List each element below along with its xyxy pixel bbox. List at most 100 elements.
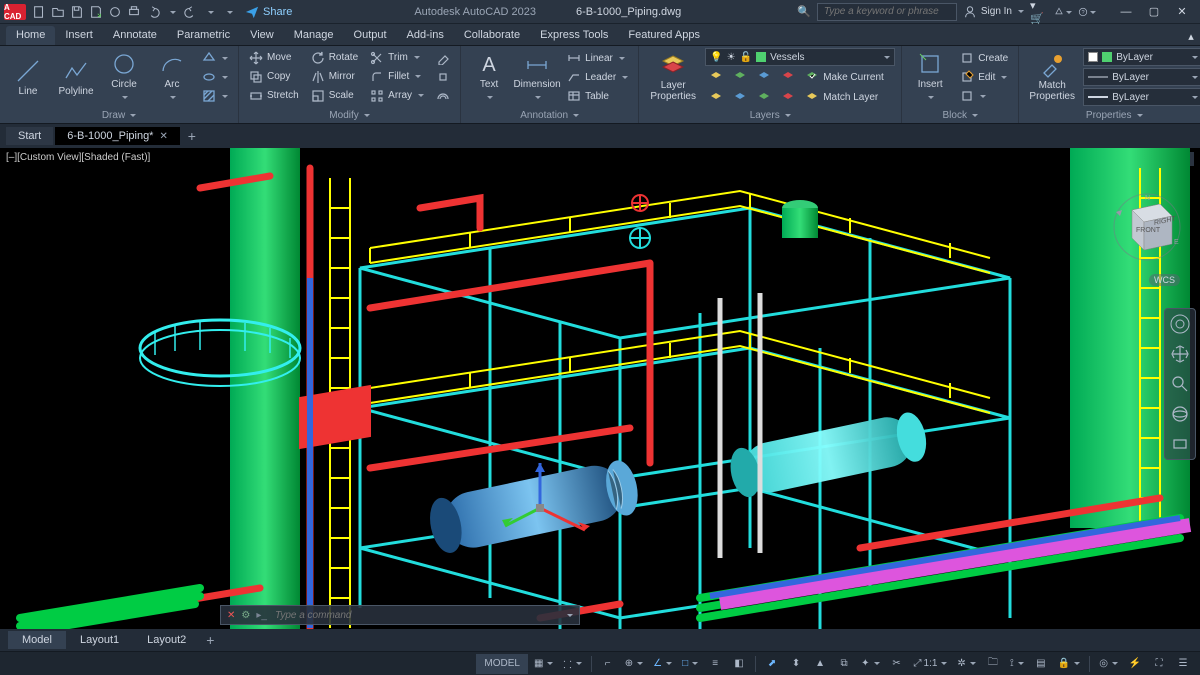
text-button[interactable]: AText: [467, 48, 511, 106]
open-icon[interactable]: [49, 3, 67, 21]
linetype-combo[interactable]: ByLayer: [1083, 88, 1200, 106]
lineweight-icon[interactable]: ≡: [704, 654, 726, 674]
layer-lock-icon[interactable]: [753, 68, 775, 86]
copy-button[interactable]: Copy: [245, 68, 303, 86]
explode-icon[interactable]: [432, 68, 454, 86]
undo-icon[interactable]: [144, 3, 162, 21]
cmd-recent-icon[interactable]: [565, 610, 573, 621]
tab-output[interactable]: Output: [344, 26, 397, 45]
layer-dropdown[interactable]: 💡 ☀ 🔓 Vessels: [705, 48, 895, 66]
tab-addins[interactable]: Add-ins: [397, 26, 454, 45]
web-mobile-icon[interactable]: [106, 3, 124, 21]
full-nav-wheel-icon[interactable]: [1168, 312, 1192, 336]
linear-button[interactable]: Linear: [563, 49, 632, 67]
annotation-monitor-icon[interactable]: 🗀: [982, 654, 1004, 674]
tab-parametric[interactable]: Parametric: [167, 26, 240, 45]
grid-icon[interactable]: ▦: [530, 654, 557, 674]
close-icon[interactable]: ✕: [159, 131, 167, 142]
match-properties-button[interactable]: Match Properties: [1025, 48, 1079, 106]
app-logo[interactable]: A CAD: [4, 4, 26, 20]
ribbon-collapse-icon[interactable]: ▴: [1182, 27, 1200, 45]
mirror-button[interactable]: Mirror: [307, 68, 362, 86]
ellipse-icon[interactable]: [198, 68, 232, 86]
autodesk-app-icon[interactable]: ▾🛒: [1030, 3, 1048, 21]
signin-button[interactable]: Sign In: [963, 5, 1024, 19]
layout-tab-model[interactable]: Model: [8, 631, 66, 649]
view-cube[interactable]: FRONT RIGHT N E: [1112, 192, 1182, 262]
polyline-button[interactable]: Polyline: [54, 48, 98, 106]
offset-icon[interactable]: [432, 87, 454, 105]
command-line[interactable]: ✕ ⚙ ▸_: [220, 605, 580, 625]
layout-tab-2[interactable]: Layout2: [133, 631, 200, 649]
lineweight-combo[interactable]: ByLayer: [1083, 68, 1200, 86]
qat-customize[interactable]: [220, 3, 238, 21]
erase-icon[interactable]: [432, 49, 454, 67]
lock-ui-icon[interactable]: 🔒: [1054, 654, 1084, 674]
move-button[interactable]: Move: [245, 49, 303, 67]
isolate-icon[interactable]: ◎: [1095, 654, 1122, 674]
rectangle-icon[interactable]: [198, 49, 232, 67]
layer-off-icon[interactable]: [705, 68, 727, 86]
command-input[interactable]: [273, 609, 559, 622]
saveas-icon[interactable]: [87, 3, 105, 21]
ortho-icon[interactable]: ⌐: [597, 654, 619, 674]
redo-dropdown[interactable]: [201, 3, 219, 21]
layer-misc1-icon[interactable]: [705, 88, 727, 106]
3dosnap-icon[interactable]: ⬍: [785, 654, 807, 674]
drawing-canvas[interactable]: [–][Custom View][Shaded (Fast)] — ▢ ✕: [0, 148, 1200, 629]
arc-button[interactable]: Arc: [150, 48, 194, 106]
quick-properties-icon[interactable]: ▤: [1030, 654, 1052, 674]
insert-button[interactable]: Insert: [908, 48, 952, 106]
fillet-button[interactable]: Fillet: [366, 68, 428, 86]
layer-iso-icon[interactable]: [777, 68, 799, 86]
minimize-button[interactable]: —: [1112, 2, 1140, 22]
circle-button[interactable]: Circle: [102, 48, 146, 106]
show-motion-icon[interactable]: [1168, 432, 1192, 456]
dimension-button[interactable]: Dimension: [515, 48, 559, 106]
connectivity-icon[interactable]: [1054, 3, 1072, 21]
gizmo-icon[interactable]: ✦: [857, 654, 883, 674]
tab-collaborate[interactable]: Collaborate: [454, 26, 530, 45]
add-tab-button[interactable]: +: [182, 126, 202, 146]
tab-home[interactable]: Home: [6, 26, 55, 45]
array-button[interactable]: Array: [366, 87, 428, 105]
trim-button[interactable]: Trim: [366, 49, 428, 67]
workspace-icon[interactable]: ✲: [953, 654, 979, 674]
layout-tab-1[interactable]: Layout1: [66, 631, 133, 649]
undo-dropdown[interactable]: [163, 3, 181, 21]
polar-icon[interactable]: ⊕: [621, 654, 647, 674]
color-combo[interactable]: ByLayer: [1083, 48, 1200, 66]
annotation-visibility-icon[interactable]: ✂: [886, 654, 908, 674]
save-icon[interactable]: [68, 3, 86, 21]
osnap-icon[interactable]: □: [678, 654, 702, 674]
layer-misc3-icon[interactable]: [753, 88, 775, 106]
match-layer-button[interactable]: Match Layer: [801, 88, 882, 106]
layer-misc2-icon[interactable]: [729, 88, 751, 106]
transparency-icon[interactable]: ◧: [728, 654, 750, 674]
cmd-close-icon[interactable]: ✕: [227, 610, 235, 621]
tab-featured-apps[interactable]: Featured Apps: [618, 26, 710, 45]
maximize-button[interactable]: ▢: [1140, 2, 1168, 22]
share-button[interactable]: Share: [239, 3, 298, 21]
plot-icon[interactable]: [125, 3, 143, 21]
search-input[interactable]: [817, 3, 957, 21]
selection-cycling-icon[interactable]: ⬈: [761, 654, 783, 674]
make-current-button[interactable]: Make Current: [801, 68, 888, 86]
leader-button[interactable]: Leader: [563, 68, 632, 86]
tab-view[interactable]: View: [240, 26, 284, 45]
annotation-scale[interactable]: ⤢ 1:1: [910, 654, 952, 674]
doc-tab-active[interactable]: 6-B-1000_Piping*✕: [55, 127, 180, 145]
units-icon[interactable]: ⟟: [1006, 654, 1028, 674]
layer-properties-button[interactable]: Layer Properties: [645, 48, 701, 106]
layer-misc4-icon[interactable]: [777, 88, 799, 106]
orbit-icon[interactable]: [1168, 402, 1192, 426]
table-button[interactable]: Table: [563, 87, 632, 105]
selection-filter-icon[interactable]: ⧉: [833, 654, 855, 674]
stretch-button[interactable]: Stretch: [245, 87, 303, 105]
snap-icon[interactable]: ⸬: [559, 654, 585, 674]
help-icon[interactable]: ?: [1078, 3, 1096, 21]
edit-block-button[interactable]: Edit: [956, 68, 1012, 86]
dynamic-ucs-icon[interactable]: ▲: [809, 654, 831, 674]
add-layout-button[interactable]: +: [200, 630, 220, 650]
rotate-button[interactable]: Rotate: [307, 49, 362, 67]
